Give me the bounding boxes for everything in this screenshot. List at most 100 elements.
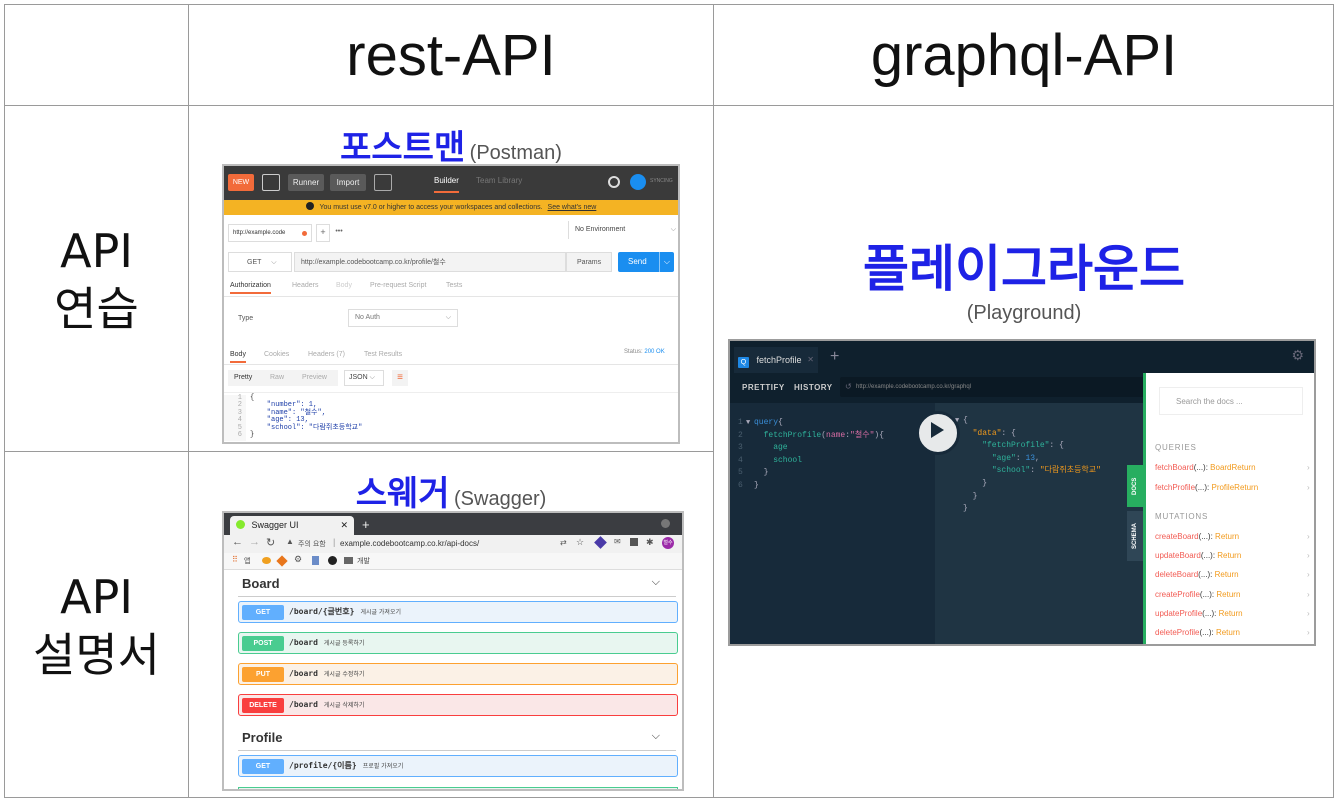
status-value: 200 OK [644,349,665,355]
add-tab-icon[interactable]: + [830,347,839,367]
gear-icon[interactable]: ⚙ [1291,347,1304,364]
translate-icon[interactable]: ⇄ [560,538,567,547]
resp-tab-body[interactable]: Body [230,351,246,363]
extension-icon[interactable]: ✉ [614,537,621,546]
query-value: "철수" [850,430,875,440]
docs-item[interactable]: createProfile(...): Return › [1155,590,1310,599]
resp-tab-cookies[interactable]: Cookies [264,351,289,358]
fold-icon[interactable]: ▼ [746,417,750,430]
extension-icon[interactable] [594,536,607,549]
schema-tab[interactable]: SCHEMA [1127,511,1143,561]
tab-body[interactable]: Body [336,282,352,289]
section-title-board[interactable]: Board [242,576,280,591]
chevron-down-icon[interactable]: ⌵ [652,576,660,589]
chevron-down-icon[interactable]: ⌵ [652,730,660,743]
operation-row[interactable]: POST/board 게시글 등록하기 [238,632,678,654]
auth-type-select[interactable]: No Auth ⌵ [348,309,458,327]
puzzle-icon[interactable]: ✱ [646,537,654,548]
endpoint-input[interactable]: ↺ http://example.codebootcamp.co.kr/grap… [840,377,1145,397]
method-label: GET [247,259,262,266]
view-pretty[interactable]: Pretty [234,374,252,381]
method-select[interactable]: GET ⌵ [228,252,292,272]
http-method-badge: GET [242,605,284,620]
docs-item-args: (...): [1199,628,1216,637]
operation-row[interactable]: GET/profile/{이름} 프로필 가져오기 [238,755,678,777]
wrap-lines-icon[interactable]: ≡ [392,370,408,386]
bookmark-dev[interactable]: 개발 [357,556,370,566]
browser-tab[interactable]: Swagger UI ✕ [230,516,354,535]
view-raw[interactable]: Raw [270,374,284,381]
tab-pre-request-script[interactable]: Pre-request Script [370,282,426,289]
gear-icon[interactable]: ⚙ [294,554,302,565]
satellite-icon[interactable] [608,176,620,188]
docs-item[interactable]: updateProfile(...): Return › [1155,608,1310,618]
docs-tab[interactable]: DOCS [1127,465,1143,507]
docs-item[interactable]: createBoard(...): Return › [1155,532,1310,541]
add-tab-icon[interactable]: + [316,224,330,242]
window-control-icon[interactable] [661,519,670,528]
resp-tab-test-results[interactable]: Test Results [364,351,402,358]
tab-authorization[interactable]: Authorization [230,282,271,294]
new-tab-icon[interactable]: + [362,516,370,533]
close-icon[interactable]: ✕ [807,347,814,373]
view-preview[interactable]: Preview [302,374,327,381]
new-window-icon[interactable] [374,174,392,191]
tab-headers[interactable]: Headers [292,282,318,289]
docs-item[interactable]: fetchProfile(...): ProfileReturn › [1155,483,1310,492]
sidebar-toggle-icon[interactable] [262,174,280,191]
environment-select[interactable]: No Environment ⌵ [568,221,678,239]
query-editor[interactable]: 1 2 3 4 5 6 ▼ query{ fetchProfile(name:"… [730,403,935,644]
operation-row[interactable]: PUT/board 게시글 수정하기 [238,663,678,685]
docs-item[interactable]: fetchBoard(...): BoardReturn › [1155,463,1310,472]
reload-icon[interactable]: ↺ [845,377,852,397]
history-button[interactable]: HISTORY [794,383,833,392]
folder-icon[interactable] [344,557,353,564]
team-library-tab[interactable]: Team Library [476,176,522,185]
tab-tests[interactable]: Tests [446,282,462,289]
security-warning[interactable]: 주의 요함 [298,539,326,549]
params-button[interactable]: Params [566,252,612,272]
play-button[interactable] [916,411,960,455]
resp-tab-headers[interactable]: Headers (7) [308,351,345,358]
document-icon[interactable] [312,556,319,565]
docs-item-return: Return [1218,608,1243,618]
query-code: query{ fetchProfile(name:"철수"){ age scho… [754,418,884,490]
query-tab[interactable]: Q fetchProfile ✕ [734,347,818,373]
section-title-profile[interactable]: Profile [242,730,282,745]
bookmark-icon[interactable] [262,557,271,564]
bookmark-apps[interactable]: 앱 [244,556,250,566]
endpoint-description: 게시글 등록하기 [323,640,365,647]
warning-text: You must use v7.0 or higher to access yo… [319,204,543,211]
prettify-button[interactable]: PRETTIFY [742,383,785,392]
docs-item[interactable]: deleteBoard(...): Return › [1155,570,1310,579]
row-header-line: 연습 [54,282,139,336]
extension-icon[interactable] [630,538,638,546]
apps-icon[interactable]: ⠿ [232,555,238,564]
star-icon[interactable]: ☆ [576,537,584,548]
more-tabs-icon[interactable]: ••• [332,224,346,242]
url-input[interactable]: http://example.codebootcamp.co.kr/profil… [294,252,566,272]
avatar[interactable]: 철수 [662,537,674,549]
format-select[interactable]: JSON ⌵ [344,370,384,386]
reload-icon[interactable]: ↻ [266,536,275,549]
bookmark-icon[interactable] [276,555,288,567]
warning-link[interactable]: See what's new [548,204,597,211]
docs-search-input[interactable]: Search the docs ... [1159,387,1303,415]
url-input[interactable]: example.codebootcamp.co.kr/api-docs/ [340,539,479,548]
builder-tab[interactable]: Builder [434,176,459,193]
request-tab[interactable]: http://example.code [228,224,312,242]
docs-item-return: BoardReturn [1210,463,1256,472]
docs-item[interactable]: updateBoard(...): Return › [1155,551,1310,560]
runner-button[interactable]: Runner [288,174,324,191]
operation-row[interactable]: DELETE/board 게시글 삭제하기 [238,694,678,716]
close-icon[interactable]: ✕ [340,516,348,535]
import-button[interactable]: Import [330,174,366,191]
docs-item[interactable]: deleteProfile(...): Return › [1155,628,1310,637]
github-icon[interactable] [328,556,337,565]
back-icon[interactable]: ← [232,536,243,548]
operation-row[interactable]: GET/board/{글번호} 게시글 가져오기 [238,601,678,623]
new-button[interactable]: NEW [228,174,254,191]
forward-icon[interactable]: → [249,536,260,548]
endpoint-url: http://example.codebootcamp.co.kr/graphq… [856,384,972,390]
send-button[interactable]: Send ⌵ [618,252,674,272]
